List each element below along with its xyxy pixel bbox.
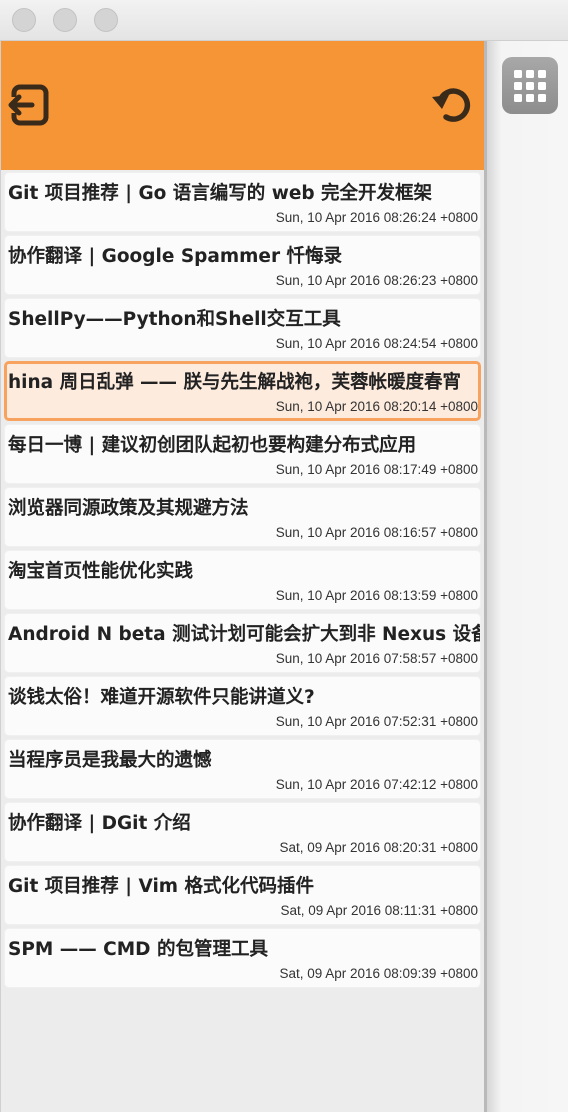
article-title: 协作翻译 | Google Spammer 忏悔录 xyxy=(8,246,343,267)
article-title: ShellPy——Python和Shell交互工具 xyxy=(8,309,341,330)
article-item[interactable]: 谈钱太俗！难道开源软件只能讲道义? Sun, 10 Apr 2016 07:52:… xyxy=(4,676,481,736)
close-window-button[interactable] xyxy=(12,8,36,32)
article-item[interactable]: Git 项目推荐 | Go 语言编写的 web 完全开发框架 Sun, 10 Ap… xyxy=(4,172,481,232)
exit-button[interactable] xyxy=(7,82,53,128)
article-date: Sun, 10 Apr 2016 08:20:14 +0800 xyxy=(275,399,478,414)
refresh-button[interactable] xyxy=(429,82,475,128)
article-item[interactable]: 协作翻译 | DGit 介绍 Sat, 09 Apr 2016 08:20:31 … xyxy=(4,802,481,862)
grid-menu-button[interactable] xyxy=(502,57,558,114)
refresh-icon xyxy=(432,88,471,122)
article-title: 每日一博 | 建议初创团队起初也要构建分布式应用 xyxy=(8,435,417,456)
grid-icon xyxy=(514,69,546,102)
article-date: Sun, 10 Apr 2016 07:52:31 +0800 xyxy=(275,714,478,729)
article-date: Sun, 10 Apr 2016 08:24:54 +0800 xyxy=(275,336,478,351)
article-date: Sat, 09 Apr 2016 08:20:31 +0800 xyxy=(279,840,478,855)
article-item[interactable]: Android N beta 测试计划可能会扩大到非 Nexus 设备 Sun, … xyxy=(4,613,481,673)
minimize-window-button[interactable] xyxy=(53,8,77,32)
article-date: Sun, 10 Apr 2016 07:58:57 +0800 xyxy=(275,651,478,666)
article-date: Sun, 10 Apr 2016 08:26:23 +0800 xyxy=(275,273,478,288)
article-date: Sun, 10 Apr 2016 08:16:57 +0800 xyxy=(275,525,478,540)
article-item[interactable]: 浏览器同源政策及其规避方法 Sun, 10 Apr 2016 08:16:57 +… xyxy=(4,487,481,547)
article-title: Git 项目推荐 | Go 语言编写的 web 完全开发框架 xyxy=(8,183,433,204)
article-item[interactable]: ShellPy——Python和Shell交互工具 Sun, 10 Apr 201… xyxy=(4,298,481,358)
article-date: Sun, 10 Apr 2016 08:17:49 +0800 xyxy=(275,462,478,477)
article-item[interactable]: SPM —— CMD 的包管理工具 Sat, 09 Apr 2016 08:09:… xyxy=(4,928,481,988)
article-list: Git 项目推荐 | Go 语言编写的 web 完全开发框架 Sun, 10 Ap… xyxy=(1,170,484,988)
article-item[interactable]: 协作翻译 | Google Spammer 忏悔录 Sun, 10 Apr 201… xyxy=(4,235,481,295)
article-title: 谈钱太俗！难道开源软件只能讲道义? xyxy=(8,687,315,708)
article-title: 协作翻译 | DGit 介绍 xyxy=(8,813,191,834)
article-date: Sat, 09 Apr 2016 08:11:31 +0800 xyxy=(280,903,478,918)
article-item[interactable]: 每日一博 | 建议初创团队起初也要构建分布式应用 Sun, 10 Apr 2016… xyxy=(4,424,481,484)
exit-icon xyxy=(8,84,49,126)
article-title: Android N beta 测试计划可能会扩大到非 Nexus 设备 xyxy=(8,624,480,645)
article-item[interactable]: Git 项目推荐 | Vim 格式化代码插件 Sat, 09 Apr 2016 0… xyxy=(4,865,481,925)
article-date: Sat, 09 Apr 2016 08:09:39 +0800 xyxy=(279,966,478,981)
right-sidebar xyxy=(487,41,568,1112)
article-title: SPM —— CMD 的包管理工具 xyxy=(8,939,268,960)
zoom-window-button[interactable] xyxy=(94,8,118,32)
article-item[interactable]: 当程序员是我最大的遗憾 Sun, 10 Apr 2016 07:42:12 +08… xyxy=(4,739,481,799)
article-list-pane: Git 项目推荐 | Go 语言编写的 web 完全开发框架 Sun, 10 Ap… xyxy=(0,41,484,1112)
article-title: hina 周日乱弹 —— 朕与先生解战袍，芙蓉帐暖度春宵 xyxy=(8,372,461,393)
article-title: 当程序员是我最大的遗憾 xyxy=(8,750,212,771)
article-title: Git 项目推荐 | Vim 格式化代码插件 xyxy=(8,876,315,897)
article-title: 淘宝首页性能优化实践 xyxy=(8,561,194,582)
header-bar xyxy=(1,41,484,170)
window-titlebar xyxy=(0,0,568,41)
article-title: 浏览器同源政策及其规避方法 xyxy=(8,498,249,519)
article-date: Sun, 10 Apr 2016 07:42:12 +0800 xyxy=(275,777,478,792)
article-item[interactable]: hina 周日乱弹 —— 朕与先生解战袍，芙蓉帐暖度春宵 Sun, 10 Apr … xyxy=(4,361,481,421)
article-item[interactable]: 淘宝首页性能优化实践 Sun, 10 Apr 2016 08:13:59 +080… xyxy=(4,550,481,610)
article-date: Sun, 10 Apr 2016 08:13:59 +0800 xyxy=(275,588,478,603)
article-date: Sun, 10 Apr 2016 08:26:24 +0800 xyxy=(275,210,478,225)
